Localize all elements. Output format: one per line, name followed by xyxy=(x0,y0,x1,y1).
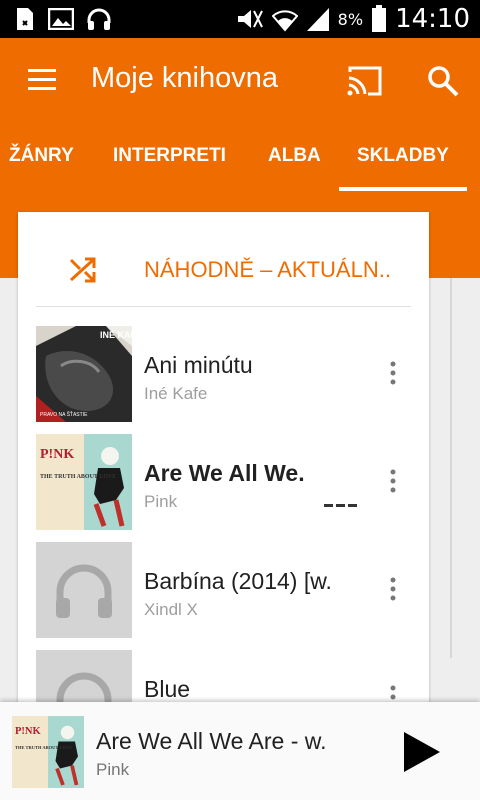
status-bar-system: 8% 14:10 xyxy=(236,4,470,34)
song-overflow-button[interactable] xyxy=(388,360,398,386)
wifi-icon xyxy=(271,10,298,32)
now-playing-bar[interactable]: P!NK THE TRUTH ABOUT LOVE Are We All We … xyxy=(0,702,480,800)
tab-albums[interactable]: ALBA xyxy=(268,136,321,194)
tab-genres[interactable]: ŽÁNRY xyxy=(9,136,74,194)
song-artist: Xindl X xyxy=(144,600,198,619)
shuffle-label: NÁHODNĚ – AKTUÁLN.. xyxy=(144,257,391,282)
album-art: INÉ KAFE PRAVO NA ŠŤASTIE xyxy=(36,326,132,422)
signal-icon xyxy=(306,8,329,31)
page-title: Moje knihovna xyxy=(91,62,278,94)
image-icon xyxy=(48,8,74,30)
songs-card: NÁHODNĚ – AKTUÁLN.. INÉ KAFE PRAVO NA ŠŤ… xyxy=(18,212,429,746)
song-title: Barbína (2014) [w. xyxy=(144,568,332,594)
play-icon xyxy=(404,732,440,772)
song-row[interactable]: Barbína (2014) [w. Xindl X xyxy=(18,538,429,646)
album-art-pink: P!NK THE TRUTH ABOUT LOVE xyxy=(36,434,132,530)
more-vert-icon xyxy=(390,361,396,385)
album-art-ine-kafe: INÉ KAFE PRAVO NA ŠŤASTIE xyxy=(36,326,132,422)
status-bar-notifications xyxy=(14,7,112,31)
song-overflow-button[interactable] xyxy=(388,468,398,494)
hamburger-menu-icon xyxy=(28,69,56,90)
shuffle-all-button[interactable]: NÁHODNĚ – AKTUÁLN.. xyxy=(18,212,429,306)
album-art-subtext: THE TRUTH ABOUT LOVE xyxy=(15,745,72,750)
song-title: Blue xyxy=(144,676,191,702)
now-playing-album-art: P!NK THE TRUTH ABOUT LOVE xyxy=(12,716,84,788)
cast-icon xyxy=(347,66,382,96)
now-playing-indicator-icon xyxy=(324,504,357,507)
song-artist: Pink xyxy=(144,492,178,511)
divider xyxy=(36,306,411,307)
tab-artists[interactable]: INTERPRETI xyxy=(113,136,226,194)
headphones-icon xyxy=(56,564,112,618)
clock: 14:10 xyxy=(395,4,470,34)
tab-songs[interactable]: SKLADBY xyxy=(339,136,467,194)
status-bar: 8% 14:10 xyxy=(0,0,480,38)
album-art-subtext: THE TRUTH ABOUT LOVE xyxy=(40,474,116,480)
album-art-brand: P!NK xyxy=(15,726,41,737)
cast-button[interactable] xyxy=(346,64,384,98)
album-art-brand: P!NK xyxy=(40,447,74,462)
song-overflow-button[interactable] xyxy=(388,576,398,602)
now-playing-artist: Pink xyxy=(96,760,130,779)
album-art-brand: INÉ KAFE xyxy=(100,330,132,340)
song-row[interactable]: P!NK THE TRUTH ABOUT LOVE Are We All We.… xyxy=(18,430,429,538)
album-art: P!NK THE TRUTH ABOUT LOVE xyxy=(36,434,132,530)
more-vert-icon xyxy=(390,577,396,601)
library-tabs: ŽÁNRY INTERPRETI ALBA SKLADBY xyxy=(0,136,480,194)
song-row[interactable]: INÉ KAFE PRAVO NA ŠŤASTIE Ani minútu Iné… xyxy=(18,322,429,430)
sd-card-icon xyxy=(17,8,33,30)
scrollbar-track[interactable] xyxy=(450,278,452,658)
shuffle-icon xyxy=(69,257,96,283)
navigation-menu-button[interactable] xyxy=(26,67,58,93)
song-title: Ani minútu xyxy=(144,352,253,378)
song-title: Are We All We. xyxy=(144,460,305,486)
search-button[interactable] xyxy=(426,64,460,98)
battery-icon xyxy=(372,5,387,32)
album-art-subtext: PRAVO NA ŠŤASTIE xyxy=(40,410,88,418)
song-artist: Iné Kafe xyxy=(144,384,208,403)
mute-icon xyxy=(237,10,263,28)
more-vert-icon xyxy=(390,469,396,493)
now-playing-title: Are We All We Are - w. xyxy=(96,728,327,754)
headphones-icon xyxy=(87,8,111,30)
battery-percent: 8% xyxy=(337,9,364,29)
album-art-placeholder xyxy=(36,542,132,638)
play-button[interactable] xyxy=(398,728,444,776)
album-art-pink: P!NK THE TRUTH ABOUT LOVE xyxy=(12,716,84,788)
search-icon xyxy=(428,66,459,97)
